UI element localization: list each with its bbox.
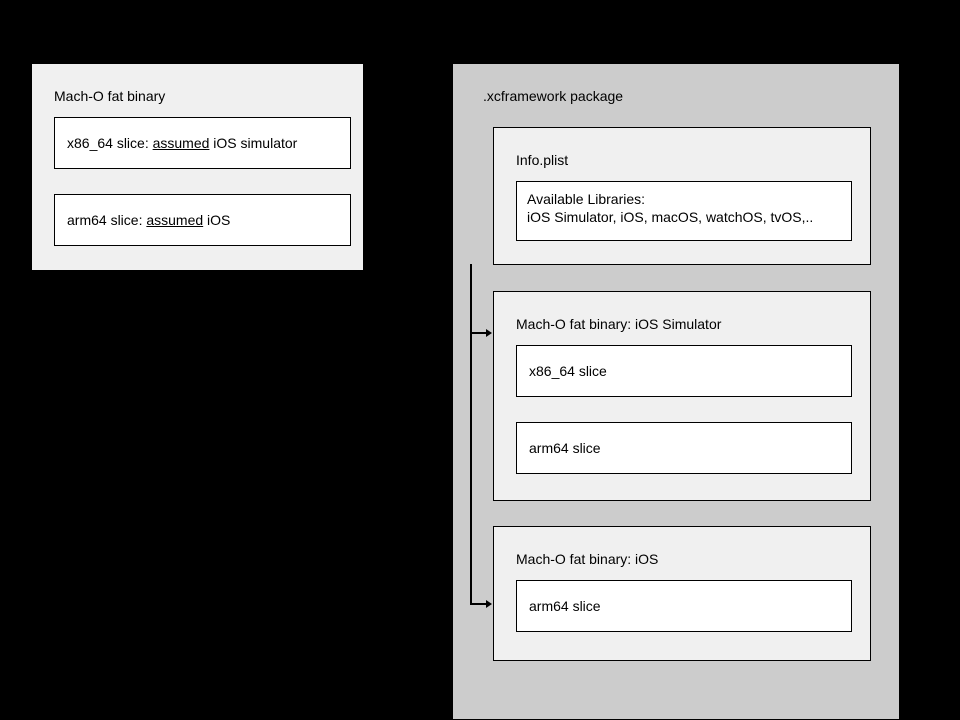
sim-fat-binary-title: Mach-O fat binary: iOS Simulator (516, 316, 721, 332)
arm64-slice-pre: arm64 slice: (67, 212, 146, 228)
ios-fat-binary-title: Mach-O fat binary: iOS (516, 551, 658, 567)
sim-arm64-slice: arm64 slice (516, 422, 852, 474)
arm64-slice-post: iOS (203, 212, 230, 228)
xcframework-panel: .xcframework package Info.plist Availabl… (452, 63, 900, 720)
arm64-slice-box: arm64 slice: assumed iOS (54, 194, 351, 246)
arm64-slice-assumed: assumed (146, 212, 203, 228)
info-plist-line1: Available Libraries: (527, 190, 813, 208)
ios-arm64-slice: arm64 slice (516, 580, 852, 632)
arrow-stem (470, 264, 472, 605)
ios-arm64-label: arm64 slice (529, 598, 601, 614)
info-plist-title: Info.plist (516, 152, 568, 168)
info-plist-line2: iOS Simulator, iOS, macOS, watchOS, tvOS… (527, 208, 813, 226)
info-plist-text: Available Libraries: iOS Simulator, iOS,… (527, 190, 813, 226)
sim-x86-64-slice: x86_64 slice (516, 345, 852, 397)
ios-fat-binary-panel: Mach-O fat binary: iOS arm64 slice (493, 526, 871, 661)
info-plist-body: Available Libraries: iOS Simulator, iOS,… (516, 181, 852, 241)
sim-x86-64-label: x86_64 slice (529, 363, 607, 379)
sim-arm64-label: arm64 slice (529, 440, 601, 456)
arrow-head-sim (486, 329, 492, 337)
xcframework-title: .xcframework package (483, 88, 623, 104)
arrow-head-ios (486, 600, 492, 608)
sim-fat-binary-panel: Mach-O fat binary: iOS Simulator x86_64 … (493, 291, 871, 501)
arrow-to-sim (470, 332, 486, 334)
x86-64-slice-post: iOS simulator (209, 135, 297, 151)
x86-64-slice-label: x86_64 slice: assumed iOS simulator (67, 135, 297, 151)
fat-binary-panel: Mach-O fat binary x86_64 slice: assumed … (31, 63, 364, 271)
x86-64-slice-assumed: assumed (153, 135, 210, 151)
x86-64-slice-box: x86_64 slice: assumed iOS simulator (54, 117, 351, 169)
x86-64-slice-pre: x86_64 slice: (67, 135, 153, 151)
arrow-to-ios (470, 603, 486, 605)
arm64-slice-label: arm64 slice: assumed iOS (67, 212, 230, 228)
info-plist-panel: Info.plist Available Libraries: iOS Simu… (493, 127, 871, 265)
fat-binary-title: Mach-O fat binary (54, 88, 165, 104)
